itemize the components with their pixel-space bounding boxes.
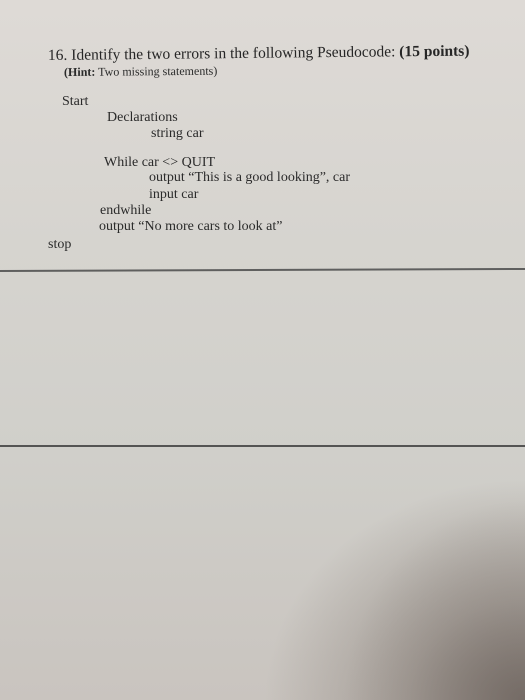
- question-number: 16.: [47, 46, 68, 64]
- divider-line: [0, 445, 525, 447]
- question-hint: (Hint: Two missing statements): [63, 63, 218, 79]
- code-endwhile: endwhile: [100, 203, 152, 218]
- question-prompt: Identify the two errors in the following…: [71, 43, 396, 64]
- hint-text: Two missing statements): [98, 63, 218, 79]
- while-operator: <>: [162, 155, 179, 170]
- page-shadow: [325, 500, 525, 700]
- while-value: QUIT: [181, 155, 216, 170]
- code-loop-input: input car: [149, 187, 199, 202]
- code-start: Start: [62, 94, 89, 109]
- hint-label: (Hint:: [63, 64, 96, 79]
- code-declarations: Declarations: [107, 110, 178, 125]
- code-stop: stop: [48, 237, 72, 252]
- code-while: While car <> QUIT: [104, 156, 215, 170]
- while-keyword: While car: [104, 155, 159, 170]
- question-points: (15 points): [399, 42, 470, 61]
- code-final-output: output “No more cars to look at”: [99, 219, 283, 234]
- code-loop-output: output “This is a good looking”, car: [149, 170, 351, 185]
- code-declaration-var: string car: [151, 126, 204, 141]
